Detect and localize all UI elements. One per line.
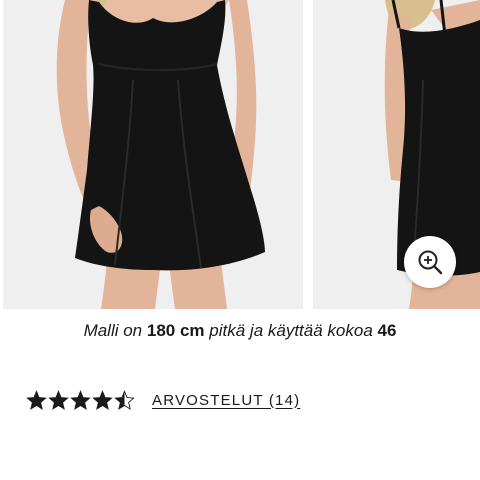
star-full-icon	[70, 389, 91, 410]
zoom-button[interactable]	[404, 236, 456, 288]
model-info-prefix: Malli on	[83, 321, 143, 340]
product-photo-front-image	[3, 0, 303, 309]
star-half-icon	[114, 389, 135, 410]
star-full-icon	[26, 389, 47, 410]
zoom-in-icon	[418, 250, 443, 275]
star-rating	[26, 389, 135, 411]
product-photo-front[interactable]	[3, 0, 303, 309]
product-rating: ARVOSTELUT (14)	[26, 388, 300, 412]
model-info: Malli on 180 cm pitkä ja käyttää kokoa 4…	[0, 320, 480, 342]
model-height: 180 cm	[146, 321, 205, 340]
product-page: Malli on 180 cm pitkä ja käyttää kokoa 4…	[0, 0, 480, 480]
model-info-middle: pitkä ja käyttää kokoa	[209, 321, 373, 340]
star-full-icon	[92, 389, 113, 410]
reviews-link[interactable]: ARVOSTELUT (14)	[152, 392, 300, 409]
model-size: 46	[377, 321, 397, 340]
star-full-icon	[48, 389, 69, 410]
product-image-gallery	[0, 0, 480, 309]
